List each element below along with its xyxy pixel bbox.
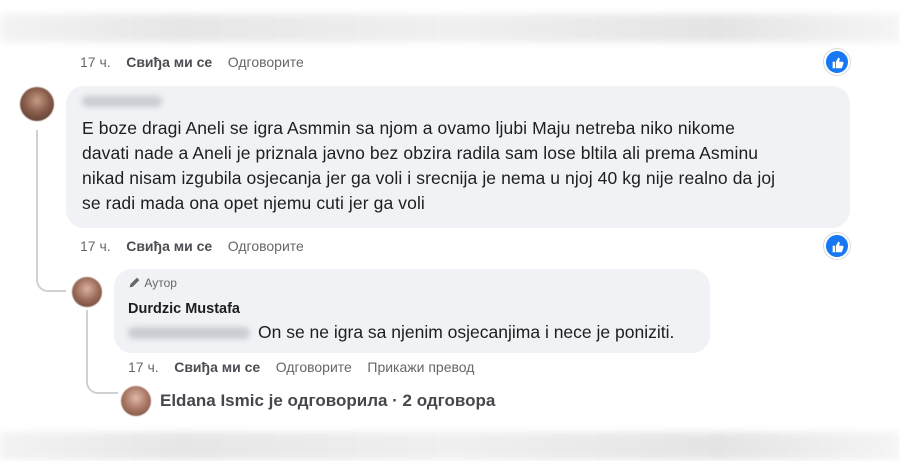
reply-avatar[interactable] (72, 277, 102, 307)
blurred-top-edge (0, 14, 900, 42)
show-translation-button[interactable]: Прикажи превод (367, 359, 474, 375)
comment-line: se radi mada ona opet njemu cuti jer ga … (82, 193, 425, 213)
author-badge: Аутор (128, 276, 177, 292)
more-replies-avatar[interactable] (121, 386, 151, 416)
comment-text: E boze dragi Aneli se igra Asmmin sa njo… (82, 116, 848, 216)
like-thumb-icon[interactable] (824, 49, 850, 75)
comment-timestamp: 17 ч. (80, 238, 111, 254)
pencil-icon (128, 276, 141, 292)
top-timestamp: 17 ч. (80, 54, 111, 70)
comment-line: davati nade a Aneli je priznala javno be… (82, 143, 759, 163)
blurred-commenter-name (82, 96, 162, 107)
top-reply-button[interactable]: Одговорите (228, 54, 304, 70)
reply-author-name[interactable]: Durdzic Mustafa (128, 301, 240, 317)
blurred-bottom-edge (0, 432, 900, 460)
comment-line: E boze dragi Aneli se igra Asmmin sa njo… (82, 118, 735, 138)
reply-like-button[interactable]: Свиђа ми се (174, 359, 260, 375)
reply-text: On se ne igra sa njenim osjecanjima i ne… (258, 322, 675, 342)
thread-connector (36, 130, 66, 292)
comment-action-row: 17 ч. Свиђа ми се Одговорите (80, 238, 304, 254)
like-thumb-icon[interactable] (824, 233, 850, 259)
reply-action-row: 17 ч. Свиђа ми се Одговорите Прикажи пре… (128, 359, 474, 375)
reply-reply-button[interactable]: Одговорите (276, 359, 352, 375)
like-button[interactable]: Свиђа ми се (126, 238, 212, 254)
comment-line: nikad nisam izgubila osjecanja jer ga vo… (82, 168, 776, 188)
view-more-replies-link[interactable]: Eldana Ismic је одговорила · 2 одговора (160, 391, 495, 411)
blurred-mention (128, 327, 250, 339)
author-badge-label: Аутор (144, 276, 177, 290)
avatar[interactable] (20, 87, 54, 121)
top-action-row: 17 ч. Свиђа ми се Одговорите (80, 54, 304, 70)
top-like-button[interactable]: Свиђа ми се (126, 54, 212, 70)
reply-timestamp: 17 ч. (128, 359, 159, 375)
reply-button[interactable]: Одговорите (228, 238, 304, 254)
